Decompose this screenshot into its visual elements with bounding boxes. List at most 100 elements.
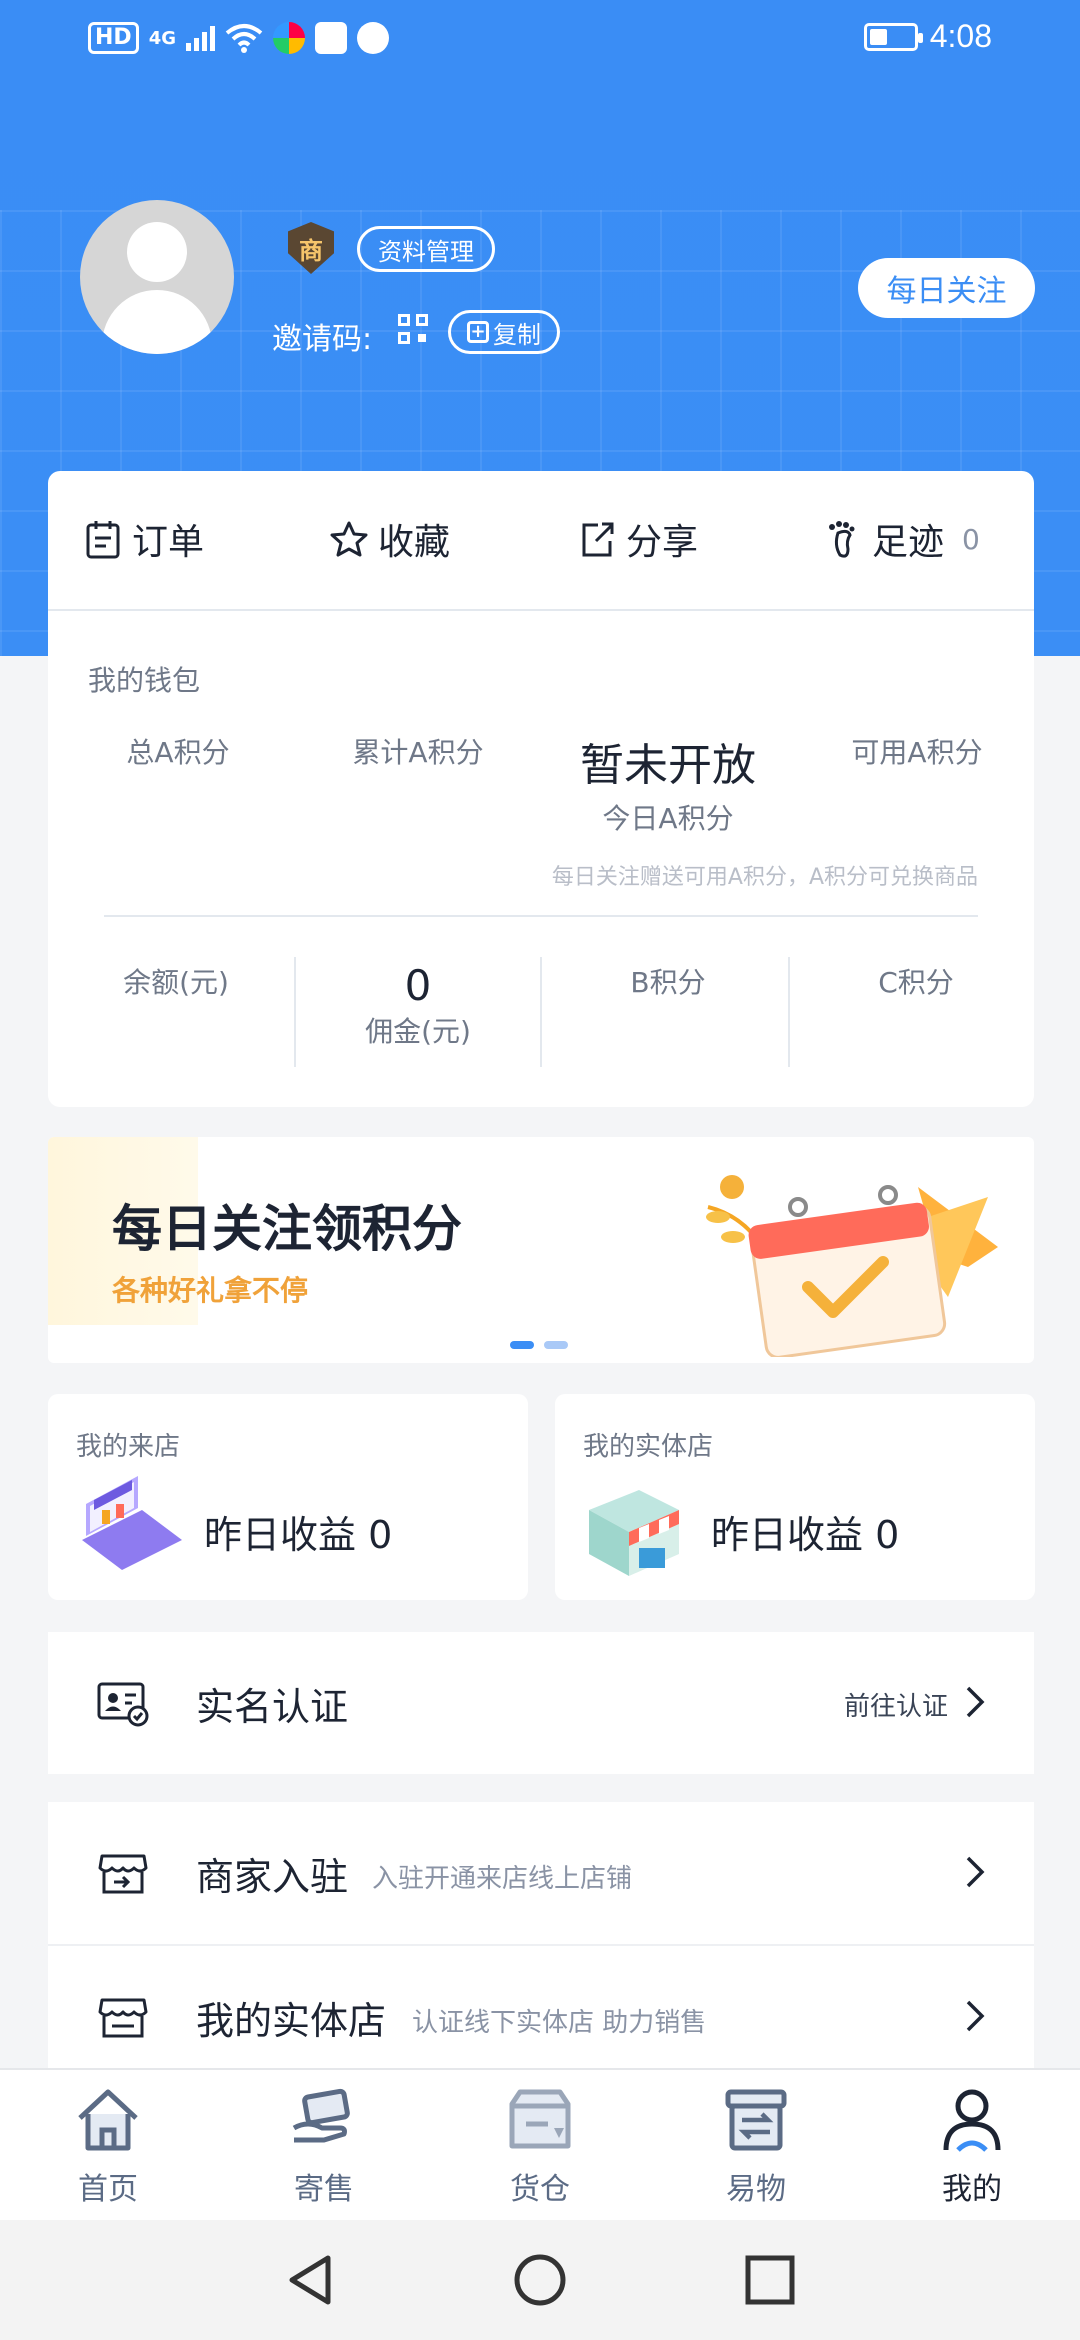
battery-fill — [869, 28, 887, 45]
exchange-icon — [725, 2089, 787, 2151]
home-button-icon[interactable] — [510, 2250, 570, 2310]
shop-enter-icon — [98, 1854, 148, 1894]
row-title: 商家入驻 — [196, 1855, 349, 1899]
footprint-count: 0 — [962, 522, 980, 556]
share-icon — [582, 522, 614, 557]
consign-icon — [292, 2088, 350, 2143]
invite-code-label: 邀请码: — [272, 322, 373, 357]
total-a-label: 总A积分 — [126, 736, 230, 769]
quick-link-footprint[interactable]: 足迹 0 — [824, 511, 980, 567]
id-card-icon — [97, 1682, 149, 1727]
yesterday-income: 昨日收益 0 — [204, 1513, 393, 1557]
promo-banner[interactable]: 每日关注领积分 各种好礼拿不停 — [48, 1137, 1034, 1363]
my-online-store-card[interactable]: 我的来店 昨日收益 0 — [48, 1394, 528, 1600]
store-title: 我的实体店 — [583, 1432, 714, 1462]
store-icon — [98, 1998, 148, 2038]
pagination-dot — [544, 1341, 568, 1349]
row-title: 实名认证 — [196, 1685, 349, 1729]
nav-label: 易物 — [726, 2172, 786, 2207]
pagination-dot-active — [510, 1341, 534, 1349]
yesterday-income: 昨日收益 0 — [711, 1513, 900, 1557]
battery-icon — [863, 22, 923, 51]
copy-icon: + — [467, 321, 489, 343]
commission[interactable]: 0 佣金(元) — [318, 961, 518, 1050]
row-subtitle: 认证线下实体店 助力销售 — [412, 2008, 707, 2038]
status-bar: HD 4G 4:08 — [0, 0, 1080, 80]
quick-link-label: 订单 — [132, 522, 205, 563]
laptop-shop-icon — [82, 1476, 182, 1570]
today-a-value: 暂未开放 — [580, 740, 756, 791]
banner-subtitle: 各种好礼拿不停 — [112, 1274, 309, 1307]
recents-icon[interactable] — [740, 2250, 800, 2310]
go-verify-link[interactable]: 前往认证 — [844, 1686, 948, 1723]
my-physical-store-card[interactable]: 我的实体店 昨日收益 0 — [555, 1394, 1035, 1600]
quick-link-favorites[interactable]: 收藏 — [330, 511, 450, 567]
physical-store-row[interactable]: 我的实体店 认证线下实体店 助力销售 — [48, 1946, 1034, 2088]
merchant-join-row[interactable]: 商家入驻 入驻开通来店线上店铺 — [48, 1802, 1034, 1944]
banner-pagination — [510, 1341, 568, 1349]
nav-home[interactable]: 首页 — [43, 2084, 173, 2214]
nav-consign[interactable]: 寄售 — [259, 2084, 389, 2214]
quick-link-share[interactable]: 分享 — [578, 511, 698, 567]
nav-label: 首页 — [78, 2172, 138, 2207]
clock: 4:08 — [929, 18, 992, 54]
wallet-title: 我的钱包 — [88, 664, 201, 697]
browser-notification-icon — [315, 22, 347, 54]
row-subtitle: 入驻开通来店线上店铺 — [372, 1864, 633, 1894]
balance[interactable]: 余额(元) — [78, 961, 274, 1001]
quick-link-orders[interactable]: 订单 — [84, 511, 204, 567]
storefront-icon — [589, 1490, 679, 1576]
available-a-label: 可用A积分 — [851, 736, 983, 769]
nav-warehouse[interactable]: 货仓 — [475, 2084, 605, 2214]
c-points-label: C积分 — [878, 966, 954, 999]
available-a-points[interactable]: 可用A积分 — [832, 731, 1002, 771]
today-a-points[interactable]: 暂未开放 今日A积分 — [568, 729, 768, 837]
nav-label: 我的 — [942, 2172, 1002, 2207]
divider — [540, 957, 542, 1067]
bottom-navigation: 首页 寄售 货仓 易物 我的 — [0, 2068, 1080, 2220]
total-a-points[interactable]: 总A积分 — [108, 731, 248, 771]
commission-value: 0 — [404, 961, 432, 1010]
avatar[interactable] — [80, 200, 234, 354]
b-points[interactable]: B积分 — [568, 961, 768, 1001]
accumulated-a-points[interactable]: 累计A积分 — [338, 731, 498, 771]
wifi-icon — [225, 24, 263, 53]
order-icon — [86, 521, 120, 559]
balance-label: 余额(元) — [123, 966, 229, 999]
b-points-label: B积分 — [630, 966, 706, 999]
chevron-right-icon — [966, 1686, 985, 1718]
nav-mine[interactable]: 我的 — [907, 2084, 1037, 2214]
banner-title: 每日关注领积分 — [112, 1200, 462, 1258]
divider — [294, 957, 296, 1067]
points-note: 每日关注赠送可用A积分，A积分可兑换商品 — [551, 865, 978, 890]
c-points[interactable]: C积分 — [816, 961, 1016, 1001]
profile-manage-button[interactable]: 资料管理 — [357, 226, 495, 272]
divider — [788, 957, 790, 1067]
daily-follow-button[interactable]: 每日关注 — [858, 258, 1035, 318]
footprint-icon — [829, 521, 855, 558]
sync-notification-icon — [357, 22, 389, 54]
hd-indicator: HD — [88, 22, 139, 54]
app-notification-icon — [273, 22, 305, 54]
copy-invite-button[interactable]: + 复制 — [448, 310, 560, 354]
nav-exchange[interactable]: 易物 — [691, 2084, 821, 2214]
back-icon[interactable] — [280, 2250, 340, 2310]
commission-label: 佣金(元) — [365, 1015, 471, 1048]
wallet-divider — [104, 915, 978, 917]
star-icon — [330, 521, 368, 557]
signal-icon — [186, 25, 215, 51]
nav-label: 寄售 — [294, 2172, 354, 2207]
nav-label: 货仓 — [510, 2172, 570, 2207]
real-name-verify-row[interactable]: 实名认证 前往认证 — [48, 1632, 1034, 1774]
system-navigation-bar — [0, 2220, 1080, 2340]
user-icon — [943, 2089, 1001, 2152]
quick-link-label: 分享 — [626, 522, 699, 563]
quick-link-label: 收藏 — [378, 522, 451, 563]
wallet-card: 订单 收藏 分享 足迹 0 我的钱包 总A积分 累计A积分 暂未开放 今日A积分… — [48, 471, 1034, 1107]
chevron-right-icon — [966, 1856, 985, 1888]
copy-label: 复制 — [493, 320, 541, 349]
network-type: 4G — [148, 27, 176, 49]
qr-code-icon[interactable] — [398, 314, 430, 346]
chevron-right-icon — [966, 2000, 985, 2032]
row-title: 我的实体店 — [196, 1999, 387, 2043]
